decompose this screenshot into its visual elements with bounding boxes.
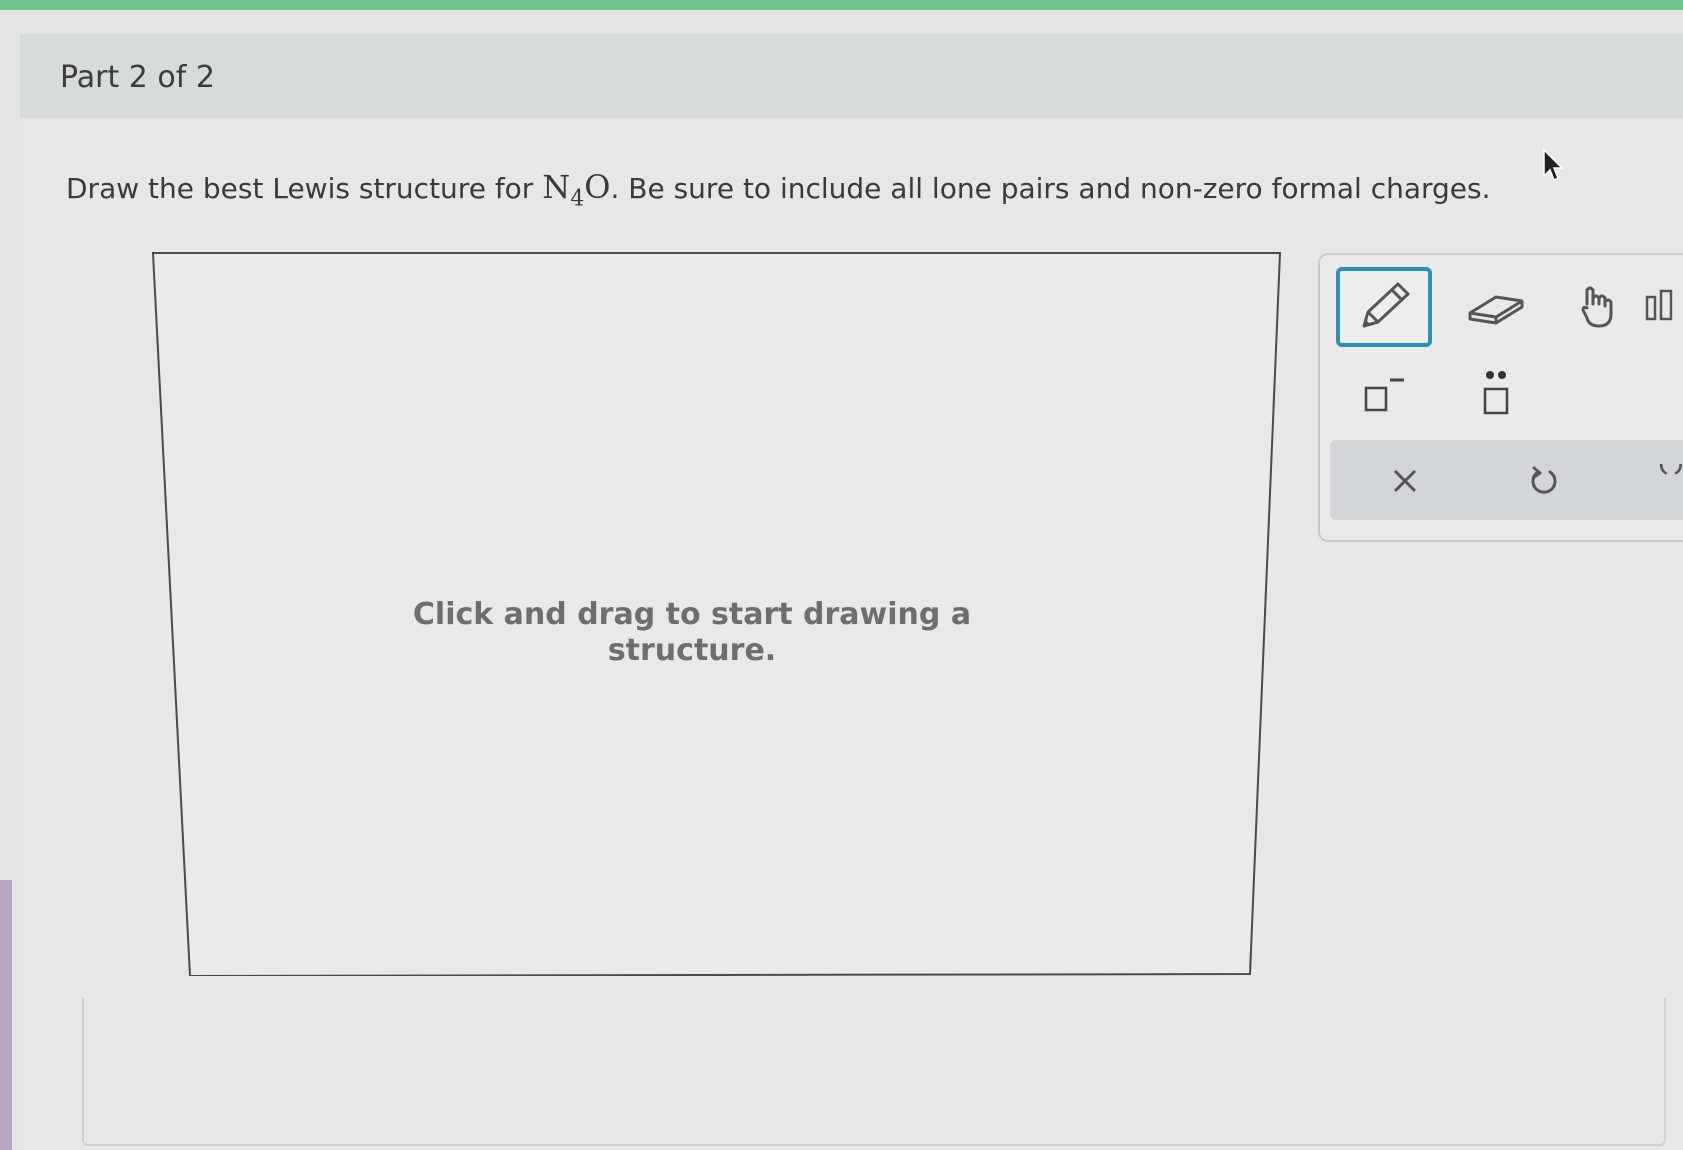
page: Part 2 of 2 Draw the best Lewis structur… [0, 0, 1683, 1150]
redo-icon [1659, 464, 1682, 475]
lone-pair-button[interactable] [1448, 355, 1544, 435]
bond-template-icon [1645, 289, 1672, 321]
drawing-toolbar: 18 Ar [1318, 253, 1683, 542]
question-intro: Draw the best Lewis structure for [66, 172, 543, 205]
mouse-cursor-icon [1543, 148, 1564, 182]
action-bar [1330, 440, 1683, 520]
eraser-tool-button[interactable] [1448, 267, 1544, 347]
pencil-tool-button[interactable] [1336, 267, 1432, 347]
clear-icon [1393, 469, 1417, 493]
drawing-canvas[interactable]: Click and drag to start drawing a struct… [152, 252, 1282, 976]
lone-pair-icon [1483, 371, 1509, 415]
formula-subscript: 4 [570, 186, 585, 212]
redo-button[interactable] [1655, 456, 1683, 506]
undo-icon [1531, 466, 1557, 494]
part-label: Part 2 of 2 [60, 60, 215, 95]
hand-tool-button[interactable] [1552, 267, 1648, 347]
question-instructions: . Be sure to include all lone pairs and … [610, 172, 1491, 205]
canvas-hint: Click and drag to start drawing a struct… [412, 597, 972, 668]
part-header: Part 2 of 2 [20, 34, 1683, 118]
negative-charge-icon [1364, 378, 1404, 412]
answer-frame [82, 998, 1666, 1146]
bond-template-button[interactable] [1640, 267, 1683, 347]
pencil-icon [1362, 282, 1410, 328]
undo-button[interactable] [1520, 456, 1570, 506]
eraser-icon [1468, 295, 1524, 325]
left-edge [0, 880, 12, 1150]
question-text: Draw the best Lewis structure for N4O. B… [66, 168, 1491, 211]
formula-element-o: O [584, 168, 611, 206]
chemical-formula: N4O [542, 168, 611, 211]
hand-icon [1581, 286, 1613, 328]
clear-button[interactable] [1380, 456, 1430, 506]
question-content: Draw the best Lewis structure for N4O. B… [24, 118, 1683, 1150]
negative-charge-button[interactable] [1336, 355, 1432, 435]
top-accent-bar [0, 0, 1683, 10]
formula-element-n: N [542, 168, 571, 206]
